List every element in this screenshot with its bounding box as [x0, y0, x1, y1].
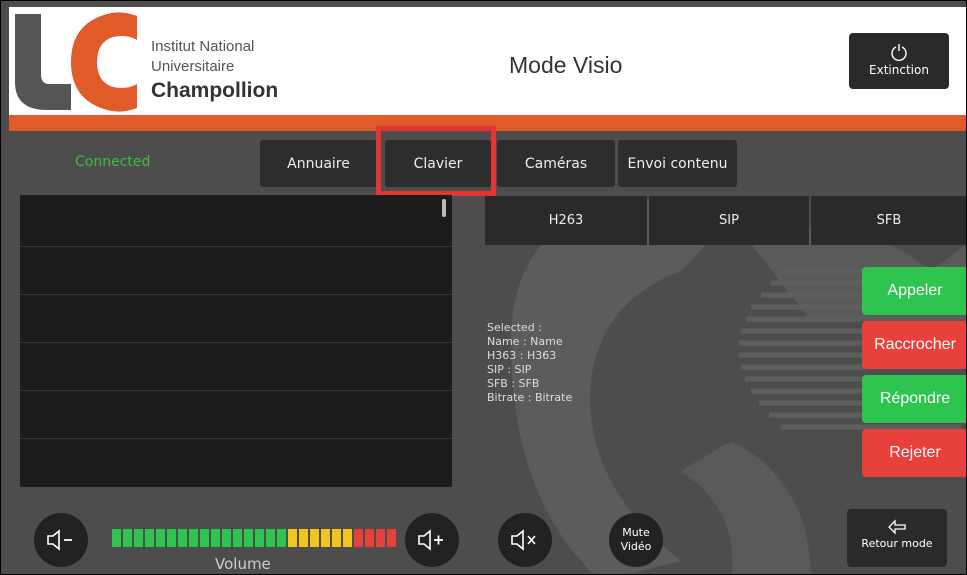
meter-segment [200, 529, 209, 547]
volume-down-button[interactable] [34, 513, 88, 567]
protocol-sip-label: SIP [719, 213, 739, 228]
meter-segment [387, 529, 396, 547]
power-icon [891, 44, 907, 61]
meter-segment [266, 529, 275, 547]
info-selected: Selected : [487, 321, 542, 334]
volume-meter [112, 529, 396, 547]
meter-segment [167, 529, 176, 547]
info-name: Name : Name [487, 335, 563, 348]
highlight-outline [376, 126, 496, 196]
meter-segment [222, 529, 231, 547]
meter-segment [178, 529, 187, 547]
selection-info: Selected : Name : Name H363 : H363 SIP :… [487, 321, 572, 405]
meter-segment [255, 529, 264, 547]
mute-video-button[interactable]: Mute Vidéo [609, 513, 663, 567]
return-mode-button[interactable]: Retour mode [847, 509, 947, 567]
info-sip: SIP : SIP [487, 363, 532, 376]
return-arrow-icon [888, 519, 906, 535]
meter-segment [233, 529, 242, 547]
meter-segment [112, 529, 121, 547]
volume-up-button[interactable] [405, 513, 459, 567]
volume-mute-icon [511, 529, 536, 551]
institution-line-3: Champollion [151, 79, 279, 102]
list-row-divider [20, 294, 452, 295]
tab-annuaire-label: Annuaire [287, 155, 350, 172]
meter-segment [288, 529, 297, 547]
meter-segment [299, 529, 308, 547]
meter-segment [189, 529, 198, 547]
call-button[interactable]: Appeler [862, 267, 966, 315]
institution-line-1: Institut National [151, 38, 255, 55]
list-row-divider [20, 438, 452, 439]
reject-button[interactable]: Rejeter [862, 429, 966, 477]
tab-cameras[interactable]: Caméras [497, 140, 615, 187]
header: Institut National Universitaire Champoll… [9, 7, 966, 115]
return-mode-label: Retour mode [861, 537, 933, 550]
meter-segment [321, 529, 330, 547]
page-title: Mode Visio [509, 52, 623, 78]
hangup-button[interactable]: Raccrocher [862, 321, 966, 369]
protocol-h263-button[interactable]: H263 [485, 196, 647, 245]
meter-segment [156, 529, 165, 547]
tab-envoi-contenu-label: Envoi contenu [627, 155, 728, 172]
info-sfb: SFB : SFB [487, 377, 540, 390]
answer-button[interactable]: Répondre [862, 375, 966, 423]
institution-name: Institut National Universitaire Champoll… [151, 37, 278, 105]
protocol-h263-label: H263 [548, 213, 584, 228]
meter-segment [343, 529, 352, 547]
connection-status: Connected [75, 154, 151, 170]
meter-segment [134, 529, 143, 547]
list-scrollbar[interactable] [442, 199, 446, 217]
tab-annuaire[interactable]: Annuaire [260, 140, 377, 187]
app-window: Institut National Universitaire Champoll… [0, 0, 967, 575]
institution-line-2: Universitaire [151, 58, 235, 75]
meter-segment [277, 529, 286, 547]
tab-cameras-label: Caméras [524, 155, 588, 172]
list-row-divider [20, 342, 452, 343]
extinction-button[interactable]: Extinction [849, 33, 949, 89]
uc-logo [15, 12, 137, 112]
meter-segment [211, 529, 220, 547]
meter-segment [365, 529, 374, 547]
protocol-sfb-label: SFB [876, 213, 902, 228]
tab-envoi-contenu[interactable]: Envoi contenu [618, 140, 737, 187]
info-bitrate: Bitrate : Bitrate [487, 391, 573, 404]
meter-segment [376, 529, 385, 547]
list-row-divider [20, 246, 452, 247]
meter-segment [145, 529, 154, 547]
meter-segment [332, 529, 341, 547]
protocol-sip-button[interactable]: SIP [649, 196, 809, 245]
volume-mute-button[interactable] [498, 513, 552, 567]
extinction-label: Extinction [869, 63, 929, 77]
volume-up-icon [418, 529, 443, 551]
volume-down-icon [47, 529, 72, 551]
meter-segment [310, 529, 319, 547]
volume-label: Volume [215, 555, 271, 573]
list-row-divider [20, 390, 452, 391]
meter-segment [354, 529, 363, 547]
contact-list[interactable] [20, 195, 452, 487]
protocol-sfb-button[interactable]: SFB [811, 196, 966, 245]
meter-segment [244, 529, 253, 547]
meter-segment [123, 529, 132, 547]
info-h363: H363 : H363 [487, 349, 557, 362]
